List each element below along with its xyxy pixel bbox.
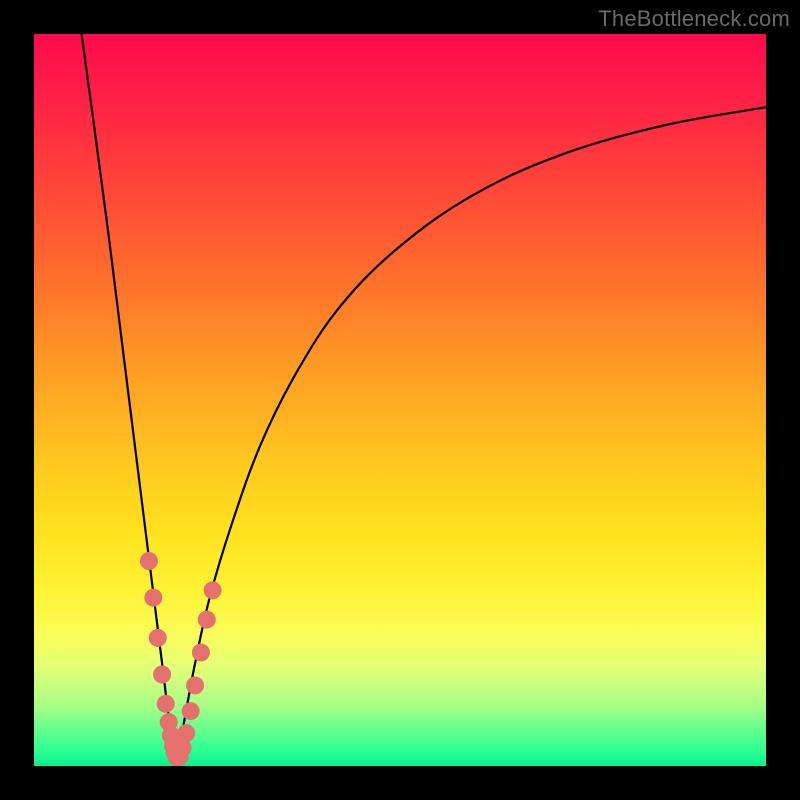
highlight-dot	[204, 581, 222, 599]
highlight-dot	[192, 644, 210, 662]
highlight-dot	[186, 676, 204, 694]
highlight-dot	[177, 724, 195, 742]
highlight-dot	[182, 702, 200, 720]
curve-left-branch	[82, 34, 176, 766]
highlight-dot	[149, 629, 167, 647]
chart-frame: TheBottleneck.com	[0, 0, 800, 800]
chart-svg	[34, 34, 766, 766]
curve-right-branch	[176, 107, 766, 766]
watermark-text: TheBottleneck.com	[598, 6, 790, 32]
highlight-dot	[153, 666, 171, 684]
highlight-dot	[140, 552, 158, 570]
chart-plot-area	[34, 34, 766, 766]
highlight-dot	[198, 611, 216, 629]
highlight-dot	[157, 695, 175, 713]
highlight-dot	[144, 589, 162, 607]
